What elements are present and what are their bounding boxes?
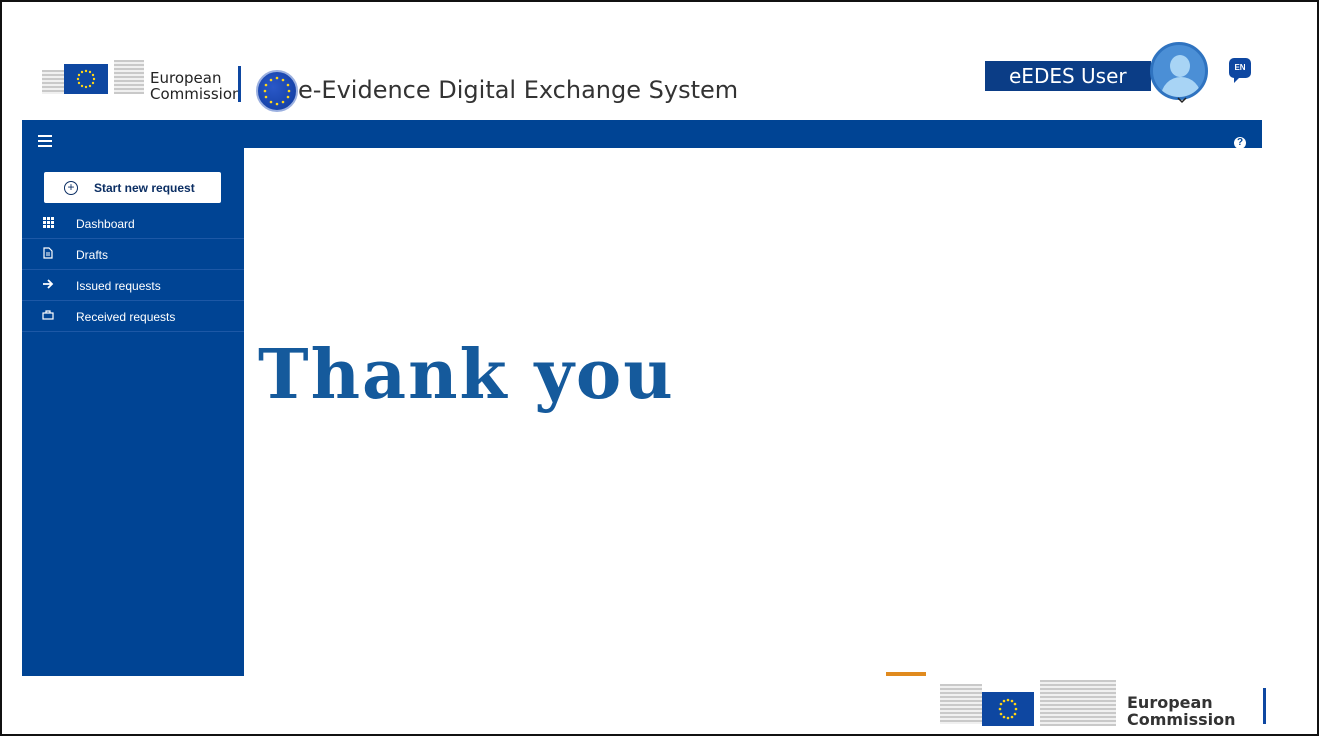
start-new-request-button[interactable]: + Start new request (44, 172, 221, 203)
language-selector[interactable]: EN (1229, 58, 1251, 83)
app-title: e-Evidence Digital Exchange System (298, 76, 739, 104)
eu-stars-logo-icon (256, 70, 298, 112)
ec-logo-line2: Commission (1127, 710, 1236, 729)
logo-divider (1263, 688, 1266, 724)
sidebar-item-issued-requests[interactable]: Issued requests (22, 271, 244, 301)
building-graphic (940, 684, 982, 724)
sidebar-item-drafts[interactable]: Drafts (22, 240, 244, 270)
footer-european-commission-logo: European Commission (940, 676, 1270, 732)
top-navigation-bar (22, 120, 1262, 148)
logo-divider (238, 66, 241, 102)
ec-logo-line1: European (1127, 693, 1213, 712)
building-graphic (1040, 680, 1116, 726)
sidebar-item-received-requests[interactable]: Received requests (22, 302, 244, 332)
hamburger-menu-icon[interactable] (38, 135, 52, 147)
user-avatar-icon[interactable] (1150, 42, 1208, 100)
user-name-label[interactable]: eEDES User (985, 61, 1151, 91)
building-graphic (114, 60, 144, 94)
ec-logo-line2: Commission (150, 85, 242, 103)
arrow-right-icon (42, 279, 54, 292)
decorative-bar (886, 672, 926, 676)
chevron-down-icon[interactable] (1176, 94, 1188, 106)
grid-icon (42, 216, 54, 231)
ec-logo-text: European Commission (1127, 694, 1235, 728)
start-new-request-label: Start new request (94, 180, 195, 195)
thank-you-heading: Thank you (258, 335, 675, 415)
sidebar-item-label: Received requests (76, 309, 176, 324)
sidebar-item-label: Drafts (76, 247, 109, 262)
briefcase-icon (42, 310, 54, 323)
ec-logo-text: European Commission (150, 70, 242, 102)
sidebar-item-dashboard[interactable]: Dashboard (22, 209, 244, 239)
eu-flag-icon (982, 692, 1034, 726)
avatar-head (1170, 55, 1190, 77)
sidebar-item-label: Dashboard (76, 216, 135, 231)
eu-flag-icon (64, 64, 108, 94)
ec-logo-line1: European (150, 69, 222, 87)
building-graphic (42, 70, 64, 94)
sidebar-item-label: Issued requests (76, 278, 161, 293)
plus-circle-icon: + (64, 180, 78, 195)
european-commission-logo: European Commission (42, 44, 242, 106)
document-icon (42, 247, 54, 262)
